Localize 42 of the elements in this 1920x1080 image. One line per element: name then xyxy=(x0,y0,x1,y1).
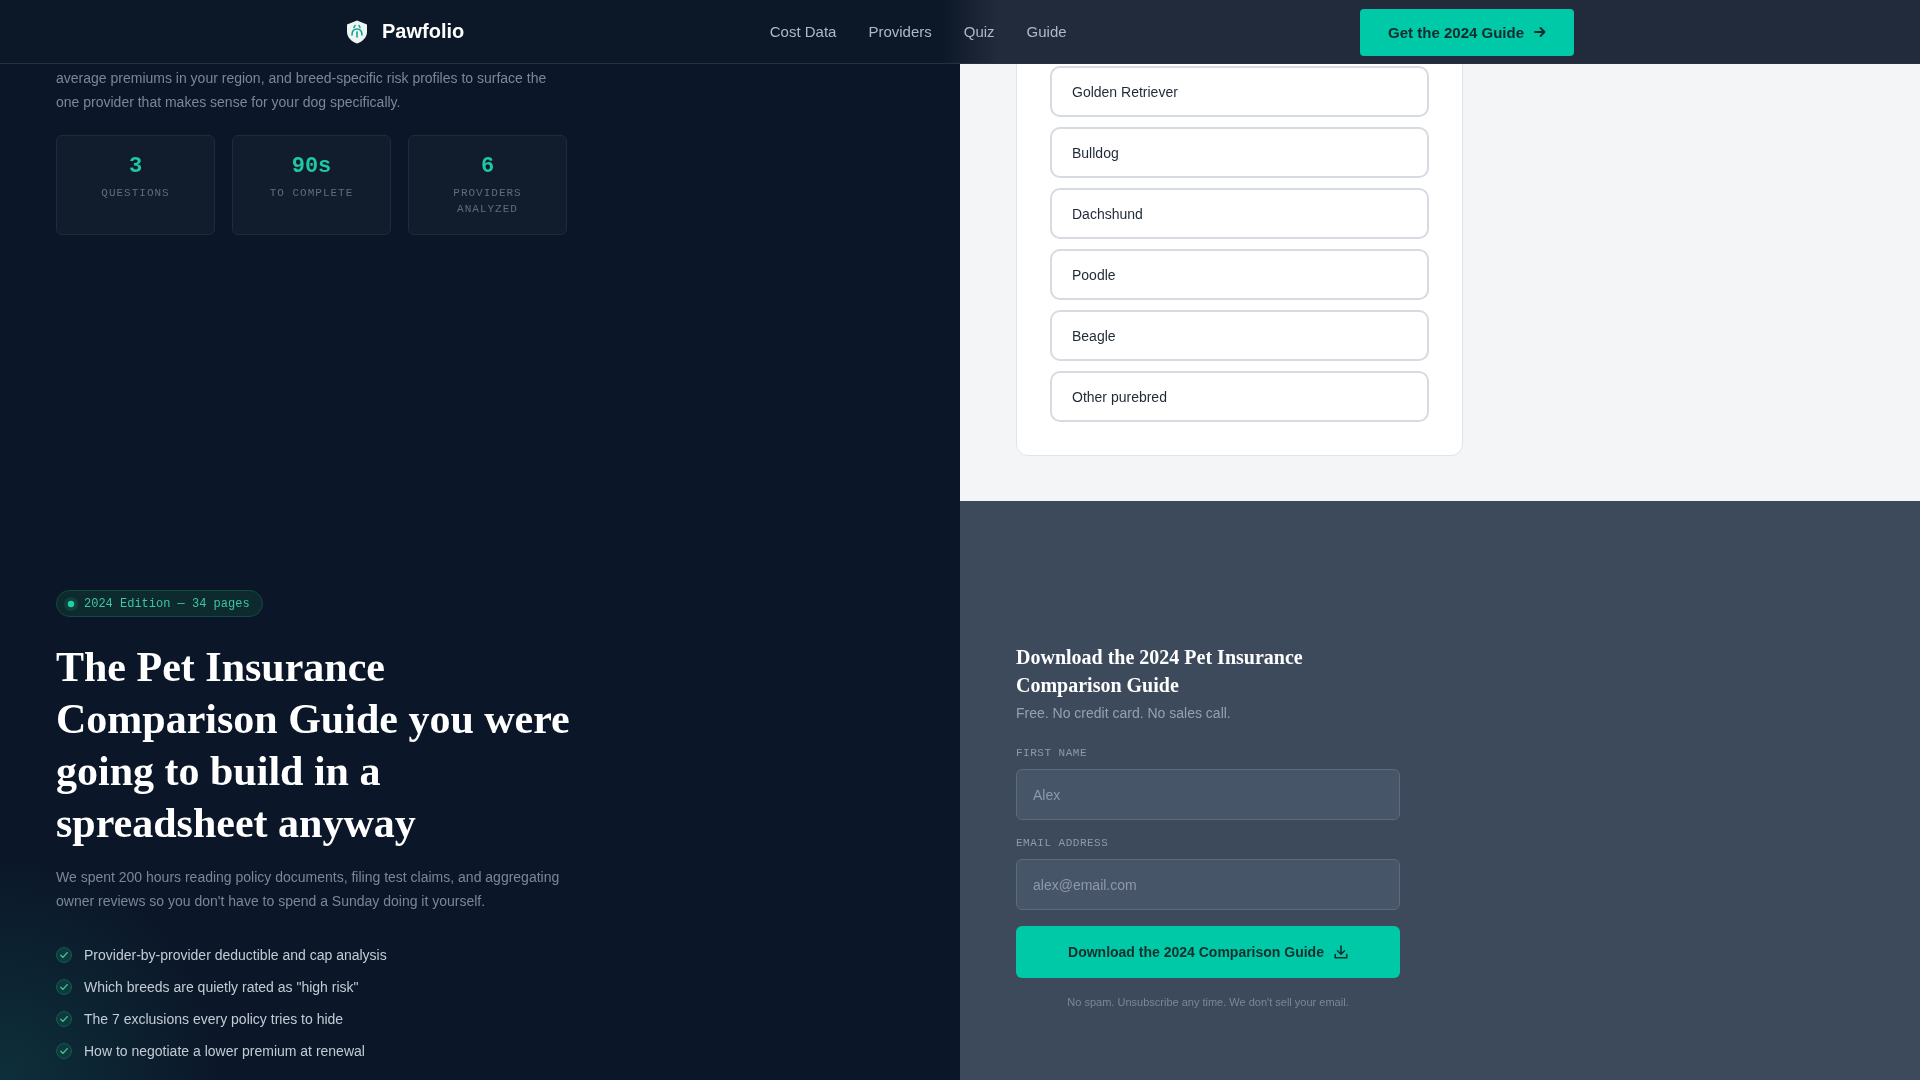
feature-text: Which breeds are quietly rated as "high risk" xyxy=(84,978,359,997)
nav-link[interactable]: Guide xyxy=(1026,23,1067,40)
check-icon xyxy=(56,1011,72,1027)
stat-value: 6 xyxy=(479,155,496,179)
feature-text: Provider-by-provider deductible and cap analysis xyxy=(84,946,387,965)
brand-name: Pawfolio xyxy=(382,20,465,43)
answer-option[interactable]: Dachshund xyxy=(1050,188,1429,239)
stat-value: 90s xyxy=(290,155,333,179)
nav-link[interactable]: Cost Data xyxy=(769,23,837,40)
hero-heading: The Pet Insurance Comparison Guide you were going to build in a spreadsheet anyway xyxy=(56,643,571,848)
stat-label: TO COMPLETE xyxy=(268,186,355,201)
check-icon xyxy=(56,947,72,963)
stat-label: QUESTIONS xyxy=(100,186,171,201)
get-guide-button[interactable]: Get the 2024 Guide xyxy=(1360,8,1574,56)
feature-text: How to negotiate a lower premium at renewal xyxy=(84,1042,365,1061)
intro-paragraph: average premiums in your region, and breed-specific risk profiles to surface the one provider that makes sense for your dog specifically. xyxy=(56,69,548,112)
status-dot-icon xyxy=(64,596,78,611)
feature-text: The 7 exclusions every policy tries to hide xyxy=(84,1010,344,1029)
form-note: No spam. Unsubscribe any time. We don't sell your email. xyxy=(1066,995,1350,1010)
download-button[interactable]: Download the 2024 Comparison Guide xyxy=(1016,926,1400,978)
input-field[interactable]: Alex xyxy=(1016,769,1400,820)
download-icon xyxy=(1333,945,1348,959)
nav-link[interactable]: Quiz xyxy=(963,23,995,40)
form-subtitle: Free. No credit card. No sales call. xyxy=(1016,704,1232,723)
shield-icon xyxy=(346,19,368,44)
answer-option[interactable]: Poodle xyxy=(1050,249,1429,300)
form-heading: Download the 2024 Pet Insurance Comparison Guide xyxy=(1016,645,1304,699)
stat-label: PROVIDERS ANALYZED xyxy=(452,186,523,217)
input-field[interactable]: alex@email.com xyxy=(1016,859,1400,910)
answer-option[interactable]: Beagle xyxy=(1050,310,1429,361)
hero-description: We spent 200 hours reading policy documents, filing test claims, and aggregating owner reviews so you don't have to spend a Sunday doing it yourself. xyxy=(56,868,561,911)
answer-option[interactable]: Other purebred xyxy=(1050,371,1429,422)
field-label: FIRST NAME xyxy=(1016,746,1088,761)
field-label: EMAIL ADDRESS xyxy=(1016,836,1110,851)
check-icon xyxy=(56,1043,72,1059)
arrow-right-icon xyxy=(1534,26,1546,38)
answer-option[interactable]: Golden Retriever xyxy=(1050,66,1429,117)
check-icon xyxy=(56,979,72,995)
edition-label: 2024 Edition — 34 pages xyxy=(84,596,250,611)
answer-option[interactable]: Bulldog xyxy=(1050,127,1429,178)
stat-value: 3 xyxy=(127,155,144,179)
nav-link[interactable]: Providers xyxy=(868,23,932,40)
